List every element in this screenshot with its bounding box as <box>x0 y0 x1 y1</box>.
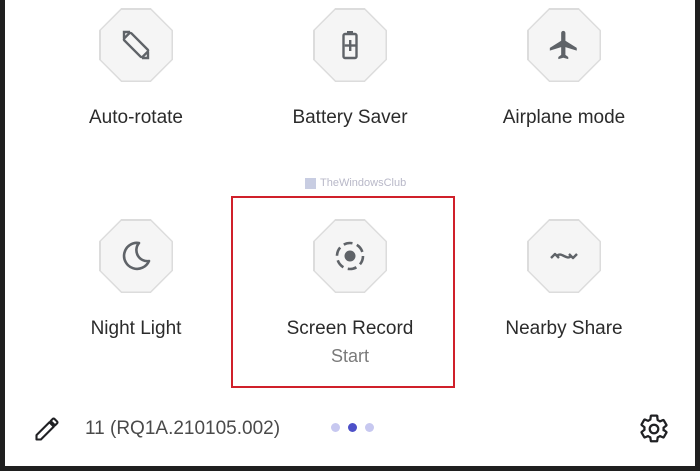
watermark: TheWindowsClub <box>305 177 406 189</box>
tile-label: Night Light <box>90 318 182 339</box>
gear-icon <box>640 414 668 443</box>
quick-settings-panel: Auto-rotate Battery Saver Airplane mode <box>5 0 695 466</box>
airplane-icon <box>549 30 577 60</box>
page-dot-active[interactable] <box>348 423 357 432</box>
edit-button[interactable] <box>33 415 61 443</box>
auto-rotate-icon <box>122 30 150 60</box>
battery-saver-icon <box>342 31 358 60</box>
tile-button-nearby-share[interactable] <box>527 219 601 293</box>
tile-label: Auto-rotate <box>89 107 183 128</box>
tile-label: Battery Saver <box>292 107 408 128</box>
tile-button-airplane-mode[interactable] <box>527 8 601 82</box>
page-dot[interactable] <box>331 423 340 432</box>
page-indicator <box>331 423 374 432</box>
watermark-text: TheWindowsClub <box>320 177 407 189</box>
settings-button[interactable] <box>638 413 670 445</box>
moon-icon <box>122 241 151 271</box>
pencil-icon <box>35 417 59 441</box>
watermark-logo-icon <box>305 177 316 189</box>
highlight-box <box>231 196 455 388</box>
page-dot[interactable] <box>365 423 374 432</box>
build-number[interactable]: 11 (RQ1A.210105.002) <box>85 418 280 440</box>
tile-button-battery-saver[interactable] <box>313 8 387 82</box>
nearby-share-icon <box>550 252 578 260</box>
tile-button-auto-rotate[interactable] <box>99 8 173 82</box>
quick-settings-footer: 11 (RQ1A.210105.002) <box>5 400 695 456</box>
tile-label: Airplane mode <box>502 107 626 128</box>
tile-label: Nearby Share <box>505 318 623 339</box>
tile-button-night-light[interactable] <box>99 219 173 293</box>
